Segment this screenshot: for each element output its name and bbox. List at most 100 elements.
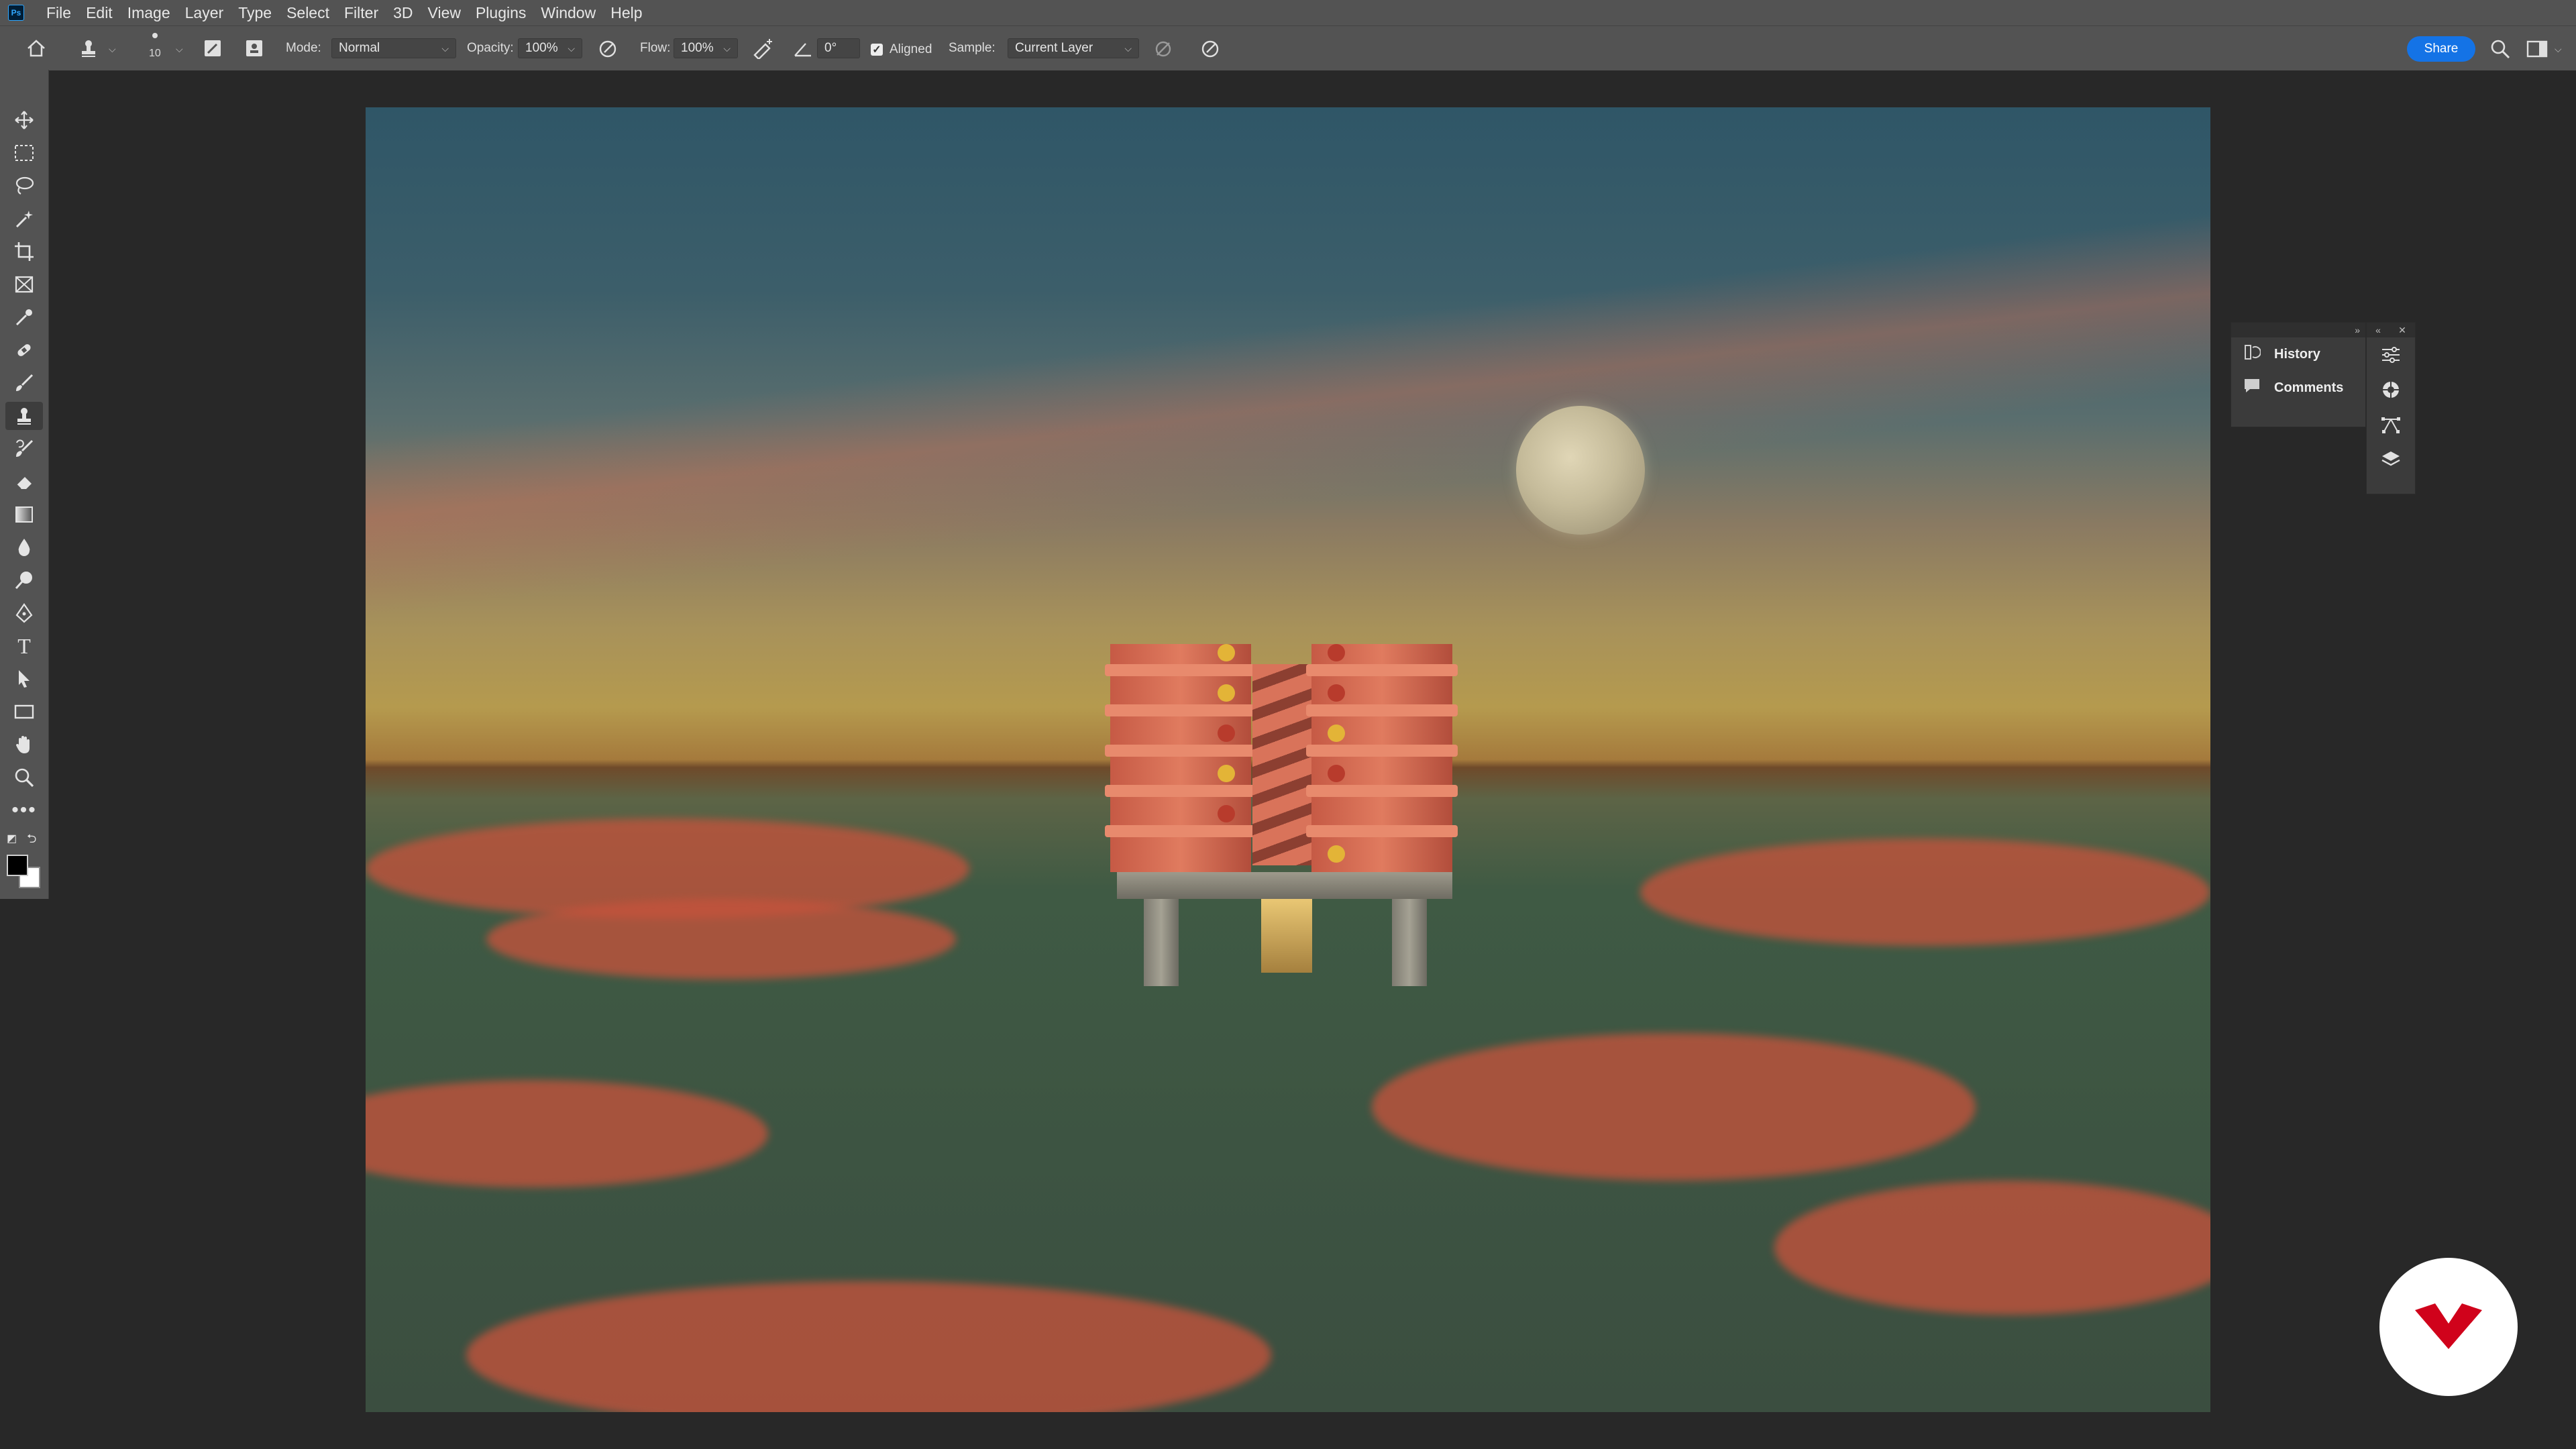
tools-panel: T ••• ◩ ⮌ <box>0 70 49 899</box>
history-label: History <box>2274 346 2320 362</box>
pen-icon[interactable] <box>5 599 43 627</box>
opacity-input[interactable]: 100% ⌵ <box>518 38 582 58</box>
building-platform <box>1117 872 1452 899</box>
brand-logo-icon <box>2415 1303 2482 1349</box>
share-button[interactable]: Share <box>2407 36 2475 62</box>
comments-icon <box>2243 378 2263 398</box>
magic-wand-icon[interactable] <box>5 205 43 233</box>
menu-image[interactable]: Image <box>120 0 178 25</box>
options-bar: ⌵ 10 ⌵ Mode: Normal ⌵ Opacity: 100% ⌵ Fl… <box>0 25 2576 70</box>
brush-settings-icon[interactable] <box>201 37 224 60</box>
menu-type[interactable]: Type <box>231 0 279 25</box>
menu-file[interactable]: File <box>39 0 78 25</box>
move-tool-icon[interactable] <box>5 106 43 134</box>
dock-header[interactable]: « ✕ <box>2367 323 2415 337</box>
pressure-opacity-icon[interactable] <box>596 37 620 61</box>
workspace-chevron-down-icon[interactable]: ⌵ <box>2555 44 2562 55</box>
support-leg <box>1392 899 1427 986</box>
close-icon[interactable]: ✕ <box>2398 325 2406 336</box>
menu-3d[interactable]: 3D <box>386 0 420 25</box>
path-selection-icon[interactable] <box>5 665 43 693</box>
crop-icon[interactable] <box>5 237 43 266</box>
zoom-icon[interactable] <box>5 763 43 792</box>
pressure-size-icon[interactable] <box>1198 37 1222 61</box>
brush-tip-icon <box>152 33 158 38</box>
field-patch <box>1774 1181 2210 1315</box>
healing-brush-icon[interactable] <box>5 336 43 364</box>
flow-label: Flow: <box>640 41 671 55</box>
panel-item-comments[interactable]: Comments <box>2231 371 2365 405</box>
angle-icon <box>792 38 814 60</box>
aligned-label: Aligned <box>890 42 932 56</box>
document-canvas[interactable] <box>366 107 2210 1412</box>
menu-filter[interactable]: Filter <box>337 0 386 25</box>
clone-source-icon[interactable] <box>243 37 266 60</box>
adjustments-icon[interactable] <box>2367 337 2415 372</box>
menu-bar: Ps File Edit Image Layer Type Select Fil… <box>0 0 2576 25</box>
menu-plugins[interactable]: Plugins <box>468 0 533 25</box>
brush-preset-picker[interactable]: 10 <box>149 33 161 60</box>
clone-stamp-icon[interactable] <box>75 36 102 61</box>
lasso-icon[interactable] <box>5 172 43 200</box>
brush-picker-chevron-down-icon[interactable]: ⌵ <box>176 44 183 55</box>
panel-header[interactable]: » <box>2231 323 2365 337</box>
more-tools-icon[interactable]: ••• <box>5 796 43 824</box>
gradient-icon[interactable] <box>5 500 43 529</box>
history-brush-icon[interactable] <box>5 435 43 463</box>
rectangular-marquee-icon[interactable] <box>5 139 43 167</box>
airbrush-icon[interactable] <box>750 37 777 61</box>
dodge-icon[interactable] <box>5 566 43 594</box>
sample-select[interactable]: Current Layer ⌵ <box>1008 38 1139 58</box>
history-icon <box>2243 343 2263 365</box>
swap-colors-icon[interactable]: ⮌ <box>27 830 36 851</box>
frame-icon[interactable] <box>5 270 43 299</box>
menu-layer[interactable]: Layer <box>178 0 231 25</box>
mode-label: Mode: <box>286 41 321 55</box>
panel-item-history[interactable]: History <box>2231 337 2365 371</box>
hand-icon[interactable] <box>5 731 43 759</box>
moon <box>1516 406 1645 535</box>
sample-label: Sample: <box>949 41 996 55</box>
aligned-checkbox[interactable]: ✓ Aligned <box>871 42 932 57</box>
rectangle-icon[interactable] <box>5 698 43 726</box>
field-patch <box>466 1281 1271 1412</box>
default-colors-icon[interactable]: ◩ <box>7 832 17 845</box>
right-tower <box>1306 644 1458 872</box>
foreground-color-swatch[interactable] <box>7 855 28 876</box>
search-icon[interactable] <box>2487 37 2513 61</box>
layers-icon[interactable] <box>2367 442 2415 477</box>
brush-icon[interactable] <box>5 369 43 397</box>
home-icon[interactable] <box>24 37 48 60</box>
menu-window[interactable]: Window <box>533 0 603 25</box>
opacity-chevron-down-icon: ⌵ <box>568 42 575 54</box>
left-tower <box>1105 644 1256 872</box>
brush-size-value: 10 <box>149 48 161 59</box>
flow-chevron-down-icon: ⌵ <box>723 42 731 54</box>
sample-chevron-down-icon: ⌵ <box>1124 42 1132 54</box>
workspace-icon[interactable] <box>2524 37 2551 61</box>
photoshop-logo-icon[interactable]: Ps <box>8 5 24 21</box>
menu-edit[interactable]: Edit <box>78 0 120 25</box>
mode-select[interactable]: Normal ⌵ <box>331 38 456 58</box>
expand-panels-icon[interactable]: « <box>2375 325 2381 335</box>
clone-stamp-tool-icon[interactable] <box>5 402 43 430</box>
building-render <box>1105 644 1459 1073</box>
eraser-icon[interactable] <box>5 468 43 496</box>
type-icon[interactable]: T <box>5 632 43 660</box>
menu-select[interactable]: Select <box>279 0 337 25</box>
paths-icon[interactable] <box>2367 407 2415 442</box>
menu-view[interactable]: View <box>421 0 468 25</box>
lit-core <box>1261 899 1312 973</box>
ignore-adjustment-layers-icon[interactable] <box>1151 37 1175 61</box>
tool-preset-chevron-down-icon[interactable]: ⌵ <box>109 44 116 55</box>
angle-input[interactable]: 0° <box>817 38 860 58</box>
blur-icon[interactable] <box>5 533 43 561</box>
opacity-value: 100% <box>525 41 558 55</box>
angle-value: 0° <box>824 41 837 55</box>
collapse-panel-icon[interactable]: » <box>2355 325 2360 335</box>
flow-input[interactable]: 100% ⌵ <box>674 38 738 58</box>
eyedropper-icon[interactable] <box>5 303 43 331</box>
field-patch <box>1640 839 2210 946</box>
menu-help[interactable]: Help <box>603 0 649 25</box>
color-wheel-icon[interactable] <box>2367 372 2415 407</box>
